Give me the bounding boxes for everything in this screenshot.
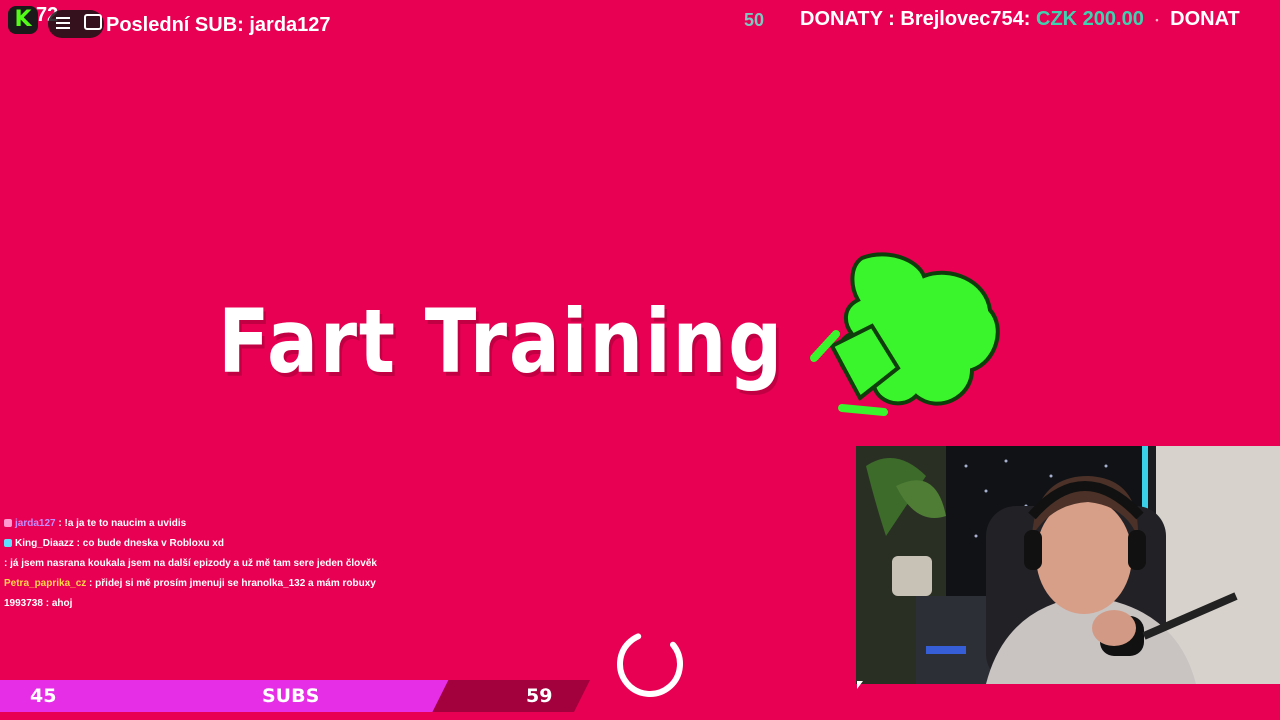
chat-message: : já jsem nasrana koukala jsem na další … — [4, 558, 414, 570]
chat-separator: : — [42, 598, 52, 609]
kick-logo: K — [8, 6, 38, 34]
sub-goal-current: 45 — [30, 685, 57, 707]
ticker-separator: • — [1155, 14, 1159, 25]
chat-text: !a ja te to naucim a uvidis — [64, 518, 187, 529]
chat-message: Petra_paprika_cz : přidej si mě prosím j… — [4, 578, 414, 590]
webcam-feed — [856, 446, 1280, 684]
screen-title: Fart Training — [218, 290, 785, 393]
ticker-label-repeat: DONAT — [1170, 8, 1240, 30]
sub-goal-target: 59 — [526, 685, 553, 707]
chat-message: King_Diaazz : co bude dneska v Robloxu x… — [4, 538, 414, 550]
chat-username[interactable]: Petra_paprika_cz — [4, 578, 86, 589]
ticker-amount: CZK 200.00 — [1036, 8, 1144, 30]
chat-username[interactable]: jarda127 — [15, 518, 56, 529]
ticker-label: DONATY : Brejlovec754: — [800, 8, 1031, 30]
mouse-cursor-icon — [857, 681, 863, 689]
last-sub-label: Poslední SUB: jarda127 — [106, 14, 331, 36]
chat-message: jarda127 : !a ja te to naucim a uvidis — [4, 518, 414, 530]
chat-text: ahoj — [51, 598, 73, 609]
fart-cloud-icon — [810, 252, 1000, 416]
chat-separator: : — [73, 538, 83, 549]
chat-badge-icon — [4, 519, 12, 528]
chat-separator: : — [86, 578, 96, 589]
chat-username[interactable]: King_Diaazz — [15, 538, 74, 549]
menu-icon[interactable] — [56, 17, 70, 19]
chat-text: přidej si mě prosím jmenuji se hranolka_… — [95, 578, 376, 589]
chat-message: 1993738 : ahoj — [4, 598, 414, 610]
chat-text: co bude dneska v Robloxu xd — [82, 538, 224, 549]
chat-username[interactable]: 1993738 — [4, 598, 43, 609]
sub-goal-label: SUBS — [262, 685, 320, 707]
ticker-number: 50 — [744, 10, 765, 30]
chat-feed: jarda127 : !a ja te to naucim a uvidis Ki… — [4, 518, 414, 618]
chat-bubble-icon[interactable] — [84, 14, 102, 30]
donation-ticker: DONATY : Brejlovec754: CZK 200.00 • DONA… — [800, 8, 1280, 32]
loading-spinner-icon — [617, 631, 683, 697]
chat-text: já jsem nasrana koukala jsem na další ep… — [10, 558, 377, 569]
chat-badge-icon — [4, 539, 12, 548]
sub-goal-bar: 45 SUBS 59 — [0, 680, 590, 712]
